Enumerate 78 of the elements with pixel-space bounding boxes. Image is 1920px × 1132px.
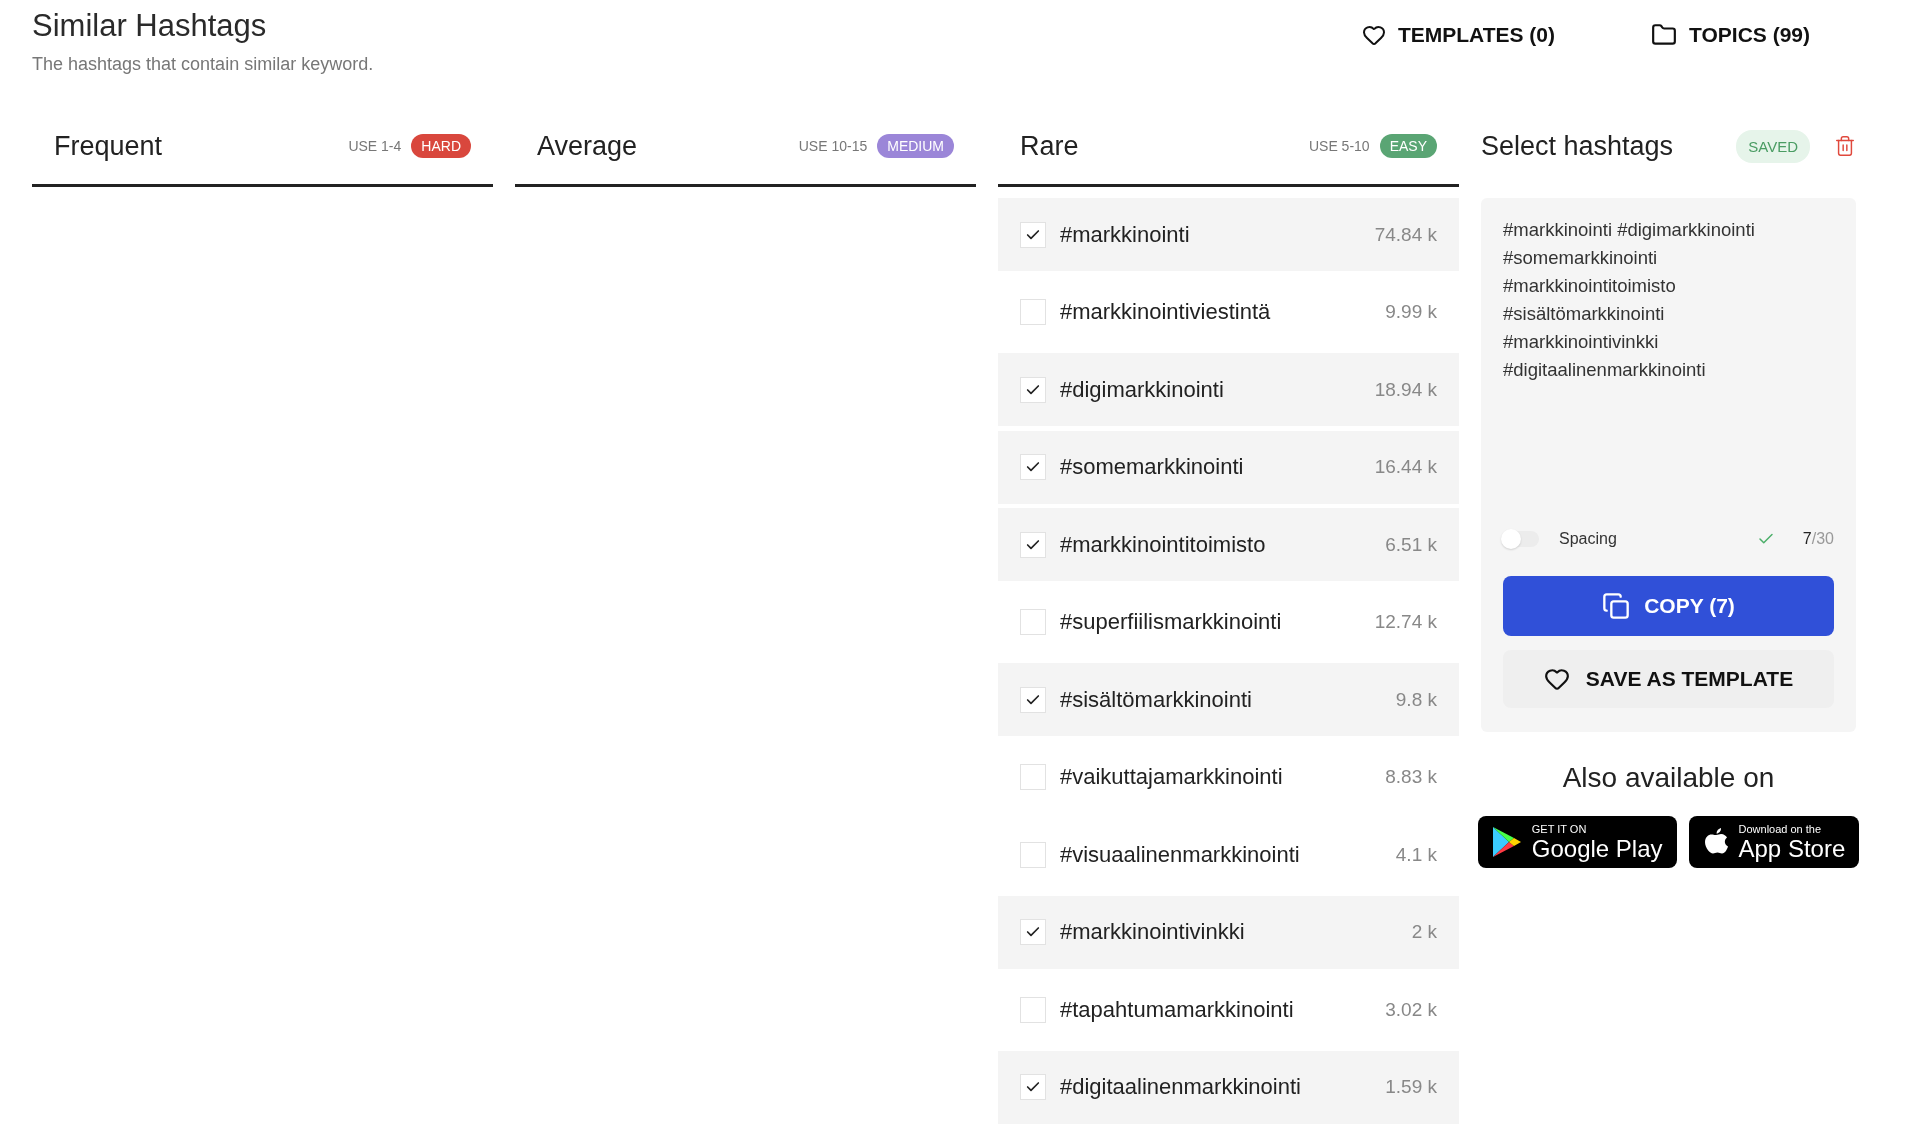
post-count: 1.59 k — [1385, 1076, 1437, 1098]
count-limit: /30 — [1811, 530, 1834, 548]
hashtag-row[interactable]: #somemarkkinointi 16.44 k — [998, 430, 1459, 504]
store-caption: Download on the — [1738, 823, 1823, 835]
play-triangle-icon — [1491, 826, 1522, 858]
hashtag-label: #digimarkkinointi — [1060, 376, 1225, 403]
hashtag-label: #markkinointi — [1060, 221, 1191, 248]
checkbox[interactable] — [1020, 299, 1046, 325]
hashtag-label: #markkinointitoimisto — [1060, 531, 1267, 558]
heart-icon — [1361, 23, 1386, 47]
post-count: 9.99 k — [1385, 301, 1437, 323]
delete-icon[interactable] — [1834, 135, 1856, 157]
post-count: 3.02 k — [1385, 998, 1437, 1021]
post-count: 16.44 k — [1374, 456, 1437, 478]
heart-icon — [1543, 666, 1570, 692]
copy-icon — [1602, 592, 1631, 620]
hashtag-row[interactable]: #digimarkkinointi 18.94 k — [998, 353, 1459, 426]
checkbox[interactable] — [1020, 841, 1046, 868]
saved-status: SAVED — [1736, 129, 1810, 163]
column-title: Rare — [1020, 130, 1080, 162]
post-count: 2 k — [1411, 921, 1437, 943]
folder-icon — [1651, 22, 1677, 48]
stores-heading: Also available on — [1561, 762, 1776, 794]
checkbox[interactable] — [1020, 221, 1046, 248]
checkbox[interactable] — [1020, 996, 1046, 1023]
store-name: App Store — [1738, 836, 1846, 861]
usage-hint: USE 5-10 — [1308, 138, 1370, 154]
hashtag-label: #markkinointivinkki — [1060, 919, 1246, 945]
hashtag-label: #sisältömarkkinointi — [1060, 686, 1253, 713]
post-count: 8.83 k — [1385, 766, 1437, 788]
usage-hint: USE 10-15 — [798, 138, 868, 154]
store-name: Google Play — [1531, 836, 1663, 861]
hashtag-row[interactable]: #markkinointitoimisto 6.51 k — [998, 508, 1459, 581]
topics-button[interactable]: TOPICS (99) — [1651, 22, 1810, 48]
usage-hint: USE 1-4 — [348, 138, 402, 154]
hashtag-label: #visuaalinenmarkkinointi — [1060, 841, 1301, 868]
hashtag-row[interactable]: #digitaalinenmarkkinointi 1.59 k — [998, 1050, 1459, 1124]
post-count: 9.8 k — [1395, 688, 1437, 711]
google-play-badge[interactable]: GET IT ON Google Play — [1477, 816, 1677, 868]
templates-button[interactable]: TEMPLATES (0) — [1361, 22, 1555, 48]
spacing-toggle[interactable] — [1503, 531, 1539, 547]
checkbox[interactable] — [1020, 609, 1046, 635]
post-count: 6.51 k — [1385, 533, 1437, 556]
difficulty-badge: EASY — [1379, 134, 1437, 158]
panel-title: Select hashtags — [1481, 130, 1675, 162]
post-count: 12.74 k — [1374, 611, 1437, 633]
column-title: Average — [537, 130, 639, 162]
copy-button[interactable]: COPY (7) — [1503, 576, 1834, 636]
hashtag-label: #superfiilismarkkinointi — [1060, 609, 1283, 635]
checkbox[interactable] — [1020, 764, 1046, 790]
save-template-button[interactable]: SAVE AS TEMPLATE — [1503, 650, 1834, 708]
selected-hashtags-text[interactable]: #markkinointi #digimarkkinointi #somemarkkinointi #markkinointitoimisto #sisältömarkkinointi #markkinointivinkki #digitaalinenmarkkinointi — [1503, 216, 1793, 530]
checkbox[interactable] — [1020, 376, 1046, 403]
post-count: 18.94 k — [1374, 378, 1437, 401]
hashtag-row[interactable]: #markkinointivinkki 2 k — [998, 895, 1459, 969]
checkbox[interactable] — [1020, 531, 1046, 558]
checkbox[interactable] — [1020, 454, 1046, 480]
difficulty-badge: MEDIUM — [877, 134, 954, 158]
post-count: 4.1 k — [1395, 843, 1437, 866]
page-subtitle: The hashtags that contain similar keyword. — [32, 54, 374, 75]
hashtag-row[interactable]: #sisältömarkkinointi 9.8 k — [998, 663, 1459, 736]
column-title: Frequent — [54, 130, 164, 162]
hashtag-label: #markkinointiviestintä — [1060, 299, 1272, 325]
page-title: Similar Hashtags — [32, 8, 268, 44]
checkbox[interactable] — [1020, 686, 1046, 713]
app-store-badge[interactable]: Download on the App Store — [1688, 816, 1860, 868]
hashtag-label: #somemarkkinointi — [1060, 454, 1245, 480]
checkbox[interactable] — [1020, 1074, 1046, 1100]
post-count: 74.84 k — [1374, 223, 1437, 246]
store-caption: GET IT ON — [1531, 823, 1588, 835]
difficulty-badge: HARD — [411, 134, 471, 158]
checkbox[interactable] — [1020, 919, 1046, 945]
hashtag-label: #digitaalinenmarkkinointi — [1060, 1074, 1302, 1100]
selected-count: 7 — [1802, 530, 1812, 548]
hashtag-label: #tapahtumamarkkinointi — [1060, 996, 1295, 1023]
spacing-label: Spacing — [1559, 530, 1618, 548]
hashtag-row[interactable]: #markkinointi 74.84 k — [998, 198, 1459, 271]
hashtag-label: #vaikuttajamarkkinointi — [1060, 764, 1284, 790]
